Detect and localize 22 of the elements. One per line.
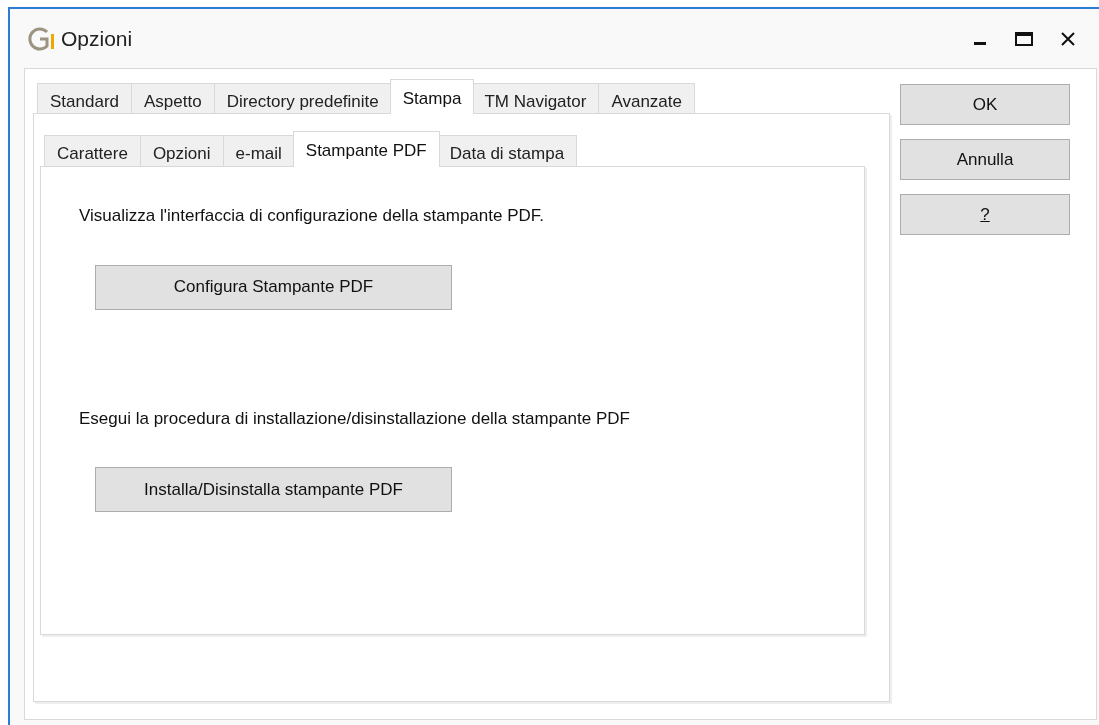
tab[interactable]: TM Navigator	[472, 83, 600, 113]
window-title: Opzioni	[61, 25, 133, 52]
maximize-icon[interactable]	[1015, 31, 1033, 46]
dialog-button[interactable]: OK	[900, 84, 1070, 125]
tab[interactable]: Data di stampa	[437, 135, 578, 166]
dialog-button[interactable]: Annulla	[900, 139, 1070, 180]
tab[interactable]: Avanzate	[599, 83, 695, 113]
tab[interactable]: e-mail	[223, 135, 295, 166]
tab[interactable]: Carattere	[44, 135, 141, 166]
close-icon[interactable]	[1061, 31, 1075, 46]
tab[interactable]: Directory predefinite	[214, 83, 392, 113]
description-text: Esegui la procedura di installazione/disinstallazione della stampante PDF	[79, 407, 631, 430]
tab[interactable]: Aspetto	[132, 83, 215, 113]
tab[interactable]: Stampa	[389, 79, 475, 114]
action-button[interactable]: Configura Stampante PDF	[95, 264, 452, 310]
action-button[interactable]: Installa/Disinstalla stampante PDF	[95, 467, 452, 512]
tab[interactable]: Opzioni	[140, 135, 224, 166]
tab[interactable]: Stampante PDF	[292, 131, 440, 167]
tab[interactable]: Standard	[37, 83, 132, 113]
description-text: Visualizza l'interfaccia di configurazione della stampante PDF.	[79, 205, 545, 227]
app-logo-icon	[27, 25, 57, 52]
dialog-button[interactable]: ?	[900, 194, 1070, 235]
